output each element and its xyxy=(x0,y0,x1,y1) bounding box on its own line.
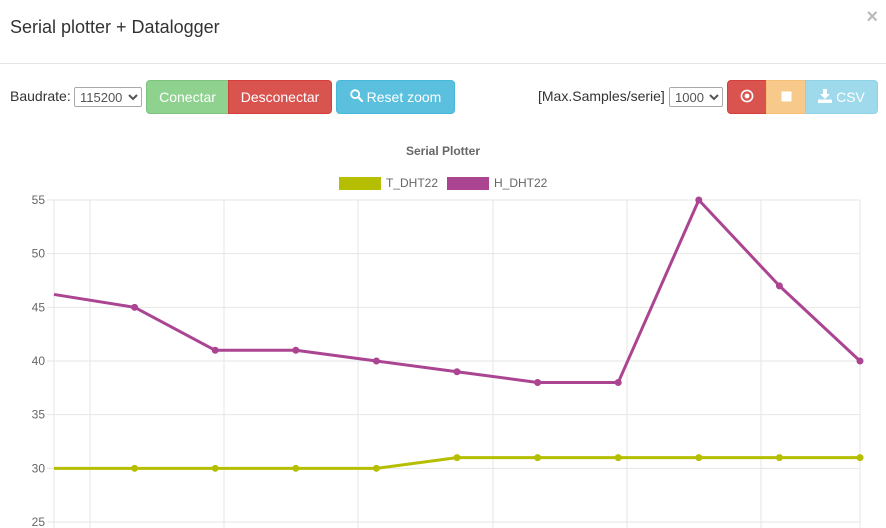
max-samples-select[interactable]: 1000 xyxy=(669,87,723,107)
chart-plot: 25 30 35 40 45 50 55 xyxy=(32,193,864,528)
close-icon[interactable]: × xyxy=(866,6,878,28)
baudrate-label: Baudrate: xyxy=(10,88,71,104)
stop-icon xyxy=(781,89,792,105)
max-samples-label: [Max.Samples/serie] xyxy=(538,88,665,104)
search-icon xyxy=(349,89,363,105)
record-button[interactable] xyxy=(727,80,767,114)
data-point-h-dht22 xyxy=(534,378,542,386)
y-tick-label: 40 xyxy=(32,354,46,368)
data-point-t-dht22 xyxy=(775,454,783,462)
data-point-t-dht22 xyxy=(131,464,139,472)
data-point-t-dht22 xyxy=(695,454,703,462)
download-icon xyxy=(818,88,833,106)
data-point-h-dht22 xyxy=(856,357,864,365)
data-point-t-dht22 xyxy=(856,454,864,462)
series-line-h-dht22 xyxy=(53,198,862,384)
data-point-h-dht22 xyxy=(453,368,461,376)
csv-label: CSV xyxy=(836,89,865,105)
reset-zoom-button[interactable]: Reset zoom xyxy=(336,80,455,114)
data-point-h-dht22 xyxy=(775,282,783,290)
connect-label: Conectar xyxy=(159,89,216,105)
modal-title: Serial plotter + Datalogger xyxy=(10,17,220,37)
y-tick-label: 25 xyxy=(32,515,46,528)
y-tick-label: 55 xyxy=(32,193,46,207)
y-tick-label: 50 xyxy=(32,247,46,261)
connect-button[interactable]: Conectar xyxy=(146,80,229,114)
csv-download-button[interactable]: CSV xyxy=(805,80,878,114)
y-tick-label: 30 xyxy=(32,461,46,475)
data-point-t-dht22 xyxy=(534,454,542,462)
serial-plotter-chart[interactable]: Serial Plotter T_DHT22 H_DHT22 25 30 35 40 4… xyxy=(0,130,886,528)
data-point-h-dht22 xyxy=(695,196,703,204)
disconnect-button[interactable]: Desconectar xyxy=(228,80,332,114)
data-point-h-dht22 xyxy=(614,378,622,386)
toolbar: Baudrate: 115200 Conectar Desconectar Re… xyxy=(0,80,886,114)
disconnect-label: Desconectar xyxy=(240,89,320,105)
data-point-t-dht22 xyxy=(614,454,622,462)
stop-button[interactable] xyxy=(766,80,806,114)
y-tick-label: 45 xyxy=(32,300,46,314)
data-point-t-dht22 xyxy=(453,454,461,462)
reset-zoom-label: Reset zoom xyxy=(366,89,442,105)
data-point-h-dht22 xyxy=(372,357,380,365)
data-point-h-dht22 xyxy=(211,346,219,354)
record-icon xyxy=(740,89,754,106)
modal-header: Serial plotter + Datalogger × xyxy=(0,0,886,64)
data-point-t-dht22 xyxy=(372,464,380,472)
data-point-t-dht22 xyxy=(292,464,300,472)
data-point-h-dht22 xyxy=(292,346,300,354)
y-tick-label: 35 xyxy=(32,408,46,422)
data-point-h-dht22 xyxy=(131,303,139,311)
baudrate-select[interactable]: 115200 xyxy=(74,87,142,107)
data-point-t-dht22 xyxy=(211,464,219,472)
